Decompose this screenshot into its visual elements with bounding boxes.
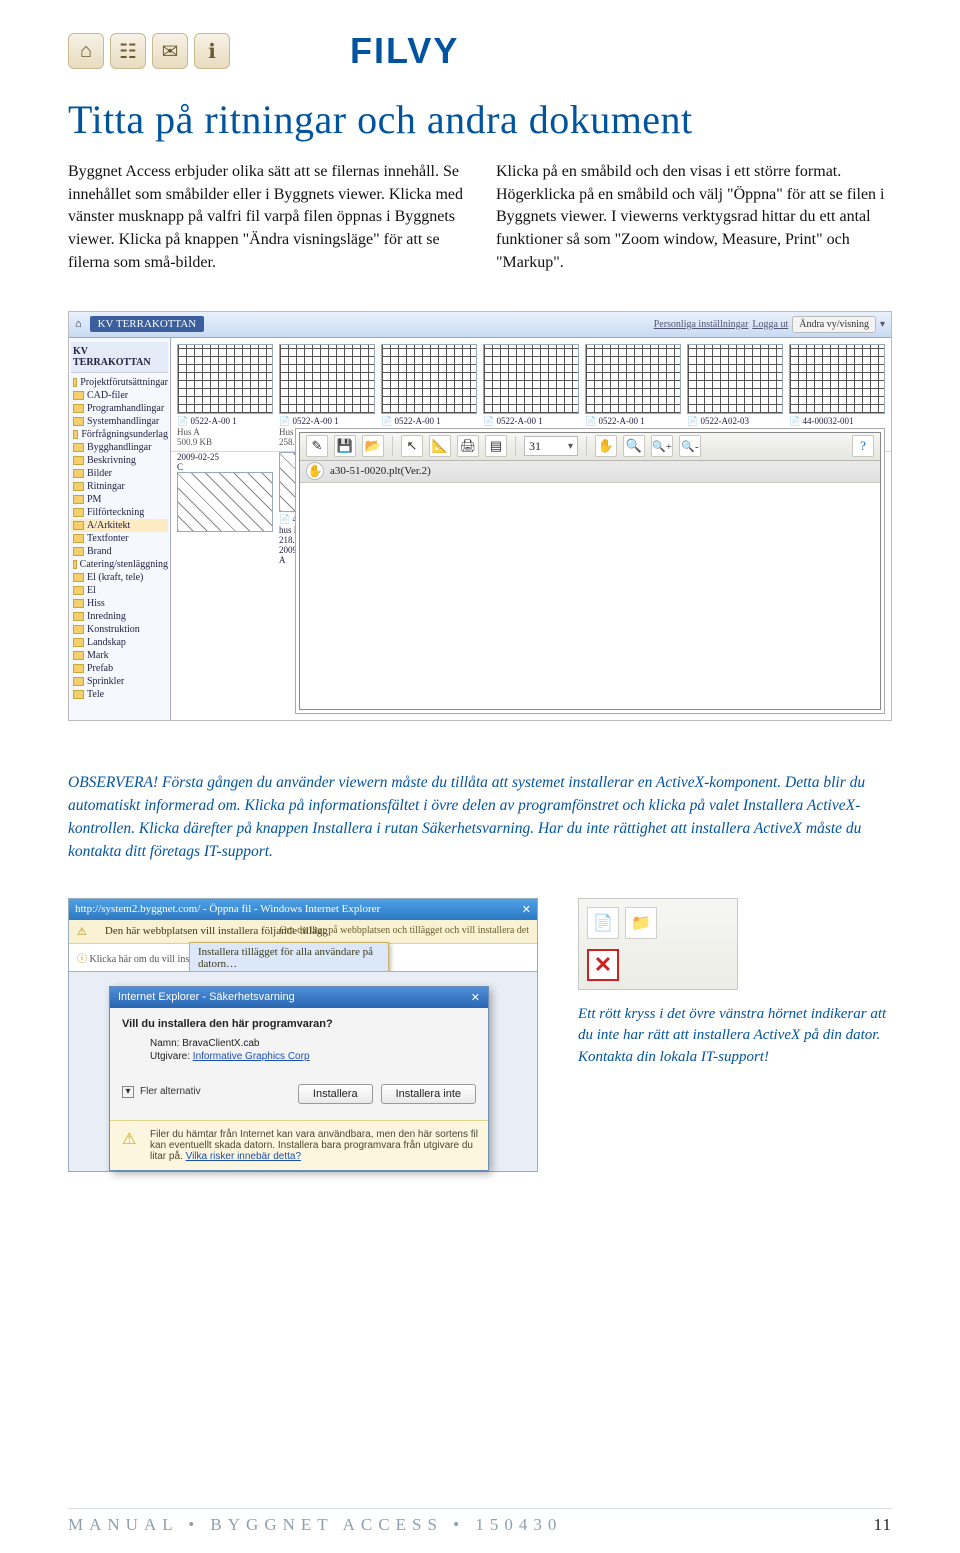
- security-dialog-title: Internet Explorer - Säkerhetsvarning ✕: [110, 987, 488, 1008]
- tree-item[interactable]: PM: [71, 493, 168, 506]
- viewer-window: ✎ 💾 📂 ↖ 📐 🖨 ▤ 31 ✋ 🔍 🔍+ 🔍- ? ✋ a30-51-00…: [299, 432, 881, 710]
- viewer-filename: a30-51-0020.plt(Ver.2): [330, 465, 431, 477]
- tree-item[interactable]: Catering/stenläggning: [71, 558, 168, 571]
- folder-tree[interactable]: KV TERRAKOTTAN ProjektförutsättningarCAD…: [69, 338, 171, 720]
- folder-icon: 📁: [625, 907, 657, 939]
- footer-text: MANUAL • BYGGNET ACCESS • 150430: [68, 1515, 562, 1535]
- breadcrumb[interactable]: KV TERRAKOTTAN: [90, 316, 205, 332]
- header-row: ⌂ ☷ ✉ ℹ FILVY: [68, 30, 892, 72]
- zoom-in-icon[interactable]: 🔍+: [651, 435, 673, 457]
- app-top-toolbar: ⌂ KV TERRAKOTTAN Personliga inställninga…: [69, 312, 891, 338]
- thumbnail[interactable]: 2009-02-25C: [177, 452, 273, 565]
- tree-item[interactable]: Programhandlingar: [71, 402, 168, 415]
- tree-item[interactable]: CAD-filer: [71, 389, 168, 402]
- viewer-toolbar: ✎ 💾 📂 ↖ 📐 🖨 ▤ 31 ✋ 🔍 🔍+ 🔍- ?: [300, 433, 880, 461]
- observera-text: Första gången du använder viewern måste …: [68, 774, 865, 861]
- info-icon: ℹ: [194, 33, 230, 69]
- tree-item[interactable]: El: [71, 584, 168, 597]
- markup-icon[interactable]: ✎: [306, 435, 328, 457]
- tree-item[interactable]: Brand: [71, 545, 168, 558]
- tree-item[interactable]: Beskrivning: [71, 454, 168, 467]
- tree-item[interactable]: Textfonter: [71, 532, 168, 545]
- observera-lead: OBSERVERA!: [68, 774, 158, 791]
- print-icon[interactable]: 🖨: [457, 435, 479, 457]
- pointer-icon[interactable]: ↖: [401, 435, 423, 457]
- more-options[interactable]: ▾ Fler alternativ: [122, 1086, 201, 1098]
- tree-item[interactable]: Landskap: [71, 636, 168, 649]
- viewer-filebar: ✋ a30-51-0020.plt(Ver.2): [300, 461, 880, 483]
- tree-item[interactable]: Bygghandlingar: [71, 441, 168, 454]
- thumbnail[interactable]: 📄 0522-A-00 1Hus A500.9 KB: [177, 344, 273, 447]
- ie-titlebar: http://system2.byggnet.com/ - Öppna fil …: [69, 899, 537, 920]
- tree-item[interactable]: Filförteckning: [71, 506, 168, 519]
- tree-item[interactable]: Ritningar: [71, 480, 168, 493]
- menu-install-all[interactable]: Installera tillägget för alla användare …: [190, 943, 388, 973]
- page-number: 11: [874, 1515, 892, 1535]
- tree-item[interactable]: Prefab: [71, 662, 168, 675]
- body-columns: Byggnet Access erbjuder olika sätt att s…: [68, 161, 892, 275]
- tree-item[interactable]: Tele: [71, 688, 168, 701]
- publisher-link[interactable]: Informative Graphics Corp: [193, 1051, 310, 1062]
- dialog-warning: Filer du hämtar från Internet kan vara a…: [110, 1120, 488, 1170]
- measure-icon[interactable]: 📐: [429, 435, 451, 457]
- ie-content: Internet Explorer - Säkerhetsvarning ✕ V…: [69, 971, 537, 1171]
- tree-item[interactable]: Hiss: [71, 597, 168, 610]
- help-icon[interactable]: ?: [852, 435, 874, 457]
- tree-item[interactable]: A/Arkitekt: [71, 519, 168, 532]
- page-footer: MANUAL • BYGGNET ACCESS • 150430 11: [68, 1515, 892, 1535]
- ie-infobar-text-2: Om du litar på webbplatsen och tillägget…: [280, 925, 529, 936]
- cancel-button[interactable]: Installera inte: [381, 1084, 476, 1104]
- layers-icon[interactable]: ▤: [485, 435, 507, 457]
- error-caption: Ett rött kryss i det övre vänstra hörnet…: [578, 1004, 892, 1069]
- tree-item[interactable]: Mark: [71, 649, 168, 662]
- tree-item[interactable]: Konstruktion: [71, 623, 168, 636]
- error-cross-icon: ✕: [587, 949, 619, 981]
- section-title: FILVY: [350, 30, 459, 72]
- close-icon[interactable]: ✕: [522, 903, 531, 916]
- bottom-row: http://system2.byggnet.com/ - Öppna fil …: [68, 898, 892, 1172]
- note-observera: OBSERVERA! Första gången du använder vie…: [68, 771, 892, 864]
- dialog-question: Vill du installera den här programvaran?: [122, 1018, 476, 1030]
- page-heading: Titta på ritningar och andra dokument: [68, 96, 892, 143]
- zoom-window-icon[interactable]: 🔍: [623, 435, 645, 457]
- tree-icon: ☷: [110, 33, 146, 69]
- hand-cursor-icon[interactable]: ✋: [306, 462, 324, 480]
- tree-item[interactable]: Sprinkler: [71, 675, 168, 688]
- ie-screenshot: http://system2.byggnet.com/ - Öppna fil …: [68, 898, 538, 1172]
- tree-item[interactable]: Projektförutsättningar: [71, 376, 168, 389]
- tree-item[interactable]: Förfrågningsunderlag: [71, 428, 168, 441]
- install-button[interactable]: Installera: [298, 1084, 373, 1104]
- ie-title-text: http://system2.byggnet.com/ - Öppna fil …: [75, 903, 380, 916]
- save-icon[interactable]: 💾: [334, 435, 356, 457]
- open-icon[interactable]: 📂: [362, 435, 384, 457]
- body-col-1: Byggnet Access erbjuder olika sätt att s…: [68, 161, 464, 275]
- link-settings[interactable]: Personliga inställningar: [654, 319, 749, 330]
- tree-item[interactable]: Systemhandlingar: [71, 415, 168, 428]
- tree-item[interactable]: El (kraft, tele): [71, 571, 168, 584]
- toolbar-home-icon[interactable]: ⌂: [75, 318, 82, 330]
- body-col-2: Klicka på en småbild och den visas i ett…: [496, 161, 892, 275]
- right-column: 📄 📁 ✕ Ett rött kryss i det övre vänstra …: [578, 898, 892, 1069]
- home-icon: ⌂: [68, 33, 104, 69]
- header-icon-bar: ⌂ ☷ ✉ ℹ: [68, 33, 230, 69]
- ie-infobar[interactable]: ⚠ Den här webbplatsen vill installera fö…: [69, 920, 537, 944]
- dropdown-icon[interactable]: ▾: [880, 319, 885, 330]
- tree-header: KV TERRAKOTTAN: [71, 342, 168, 373]
- mail-icon: ✉: [152, 33, 188, 69]
- link-logout[interactable]: Logga ut: [752, 319, 788, 330]
- footer-divider: [68, 1508, 892, 1509]
- tree-item[interactable]: Inredning: [71, 610, 168, 623]
- viewer-panel-error: 📄 📁 ✕: [578, 898, 738, 990]
- risk-link[interactable]: Vilka risker innebär detta?: [186, 1151, 301, 1162]
- security-dialog: Internet Explorer - Säkerhetsvarning ✕ V…: [109, 986, 489, 1171]
- doc-icon: 📄: [587, 907, 619, 939]
- app-screenshot: ⌂ KV TERRAKOTTAN Personliga inställninga…: [68, 311, 892, 721]
- tree-item[interactable]: Bilder: [71, 467, 168, 480]
- view-mode-button[interactable]: Ändra vy/visning: [792, 316, 876, 333]
- page-select[interactable]: 31: [524, 436, 578, 456]
- zoom-out-icon[interactable]: 🔍-: [679, 435, 701, 457]
- close-icon[interactable]: ✕: [471, 991, 480, 1004]
- pan-icon[interactable]: ✋: [595, 435, 617, 457]
